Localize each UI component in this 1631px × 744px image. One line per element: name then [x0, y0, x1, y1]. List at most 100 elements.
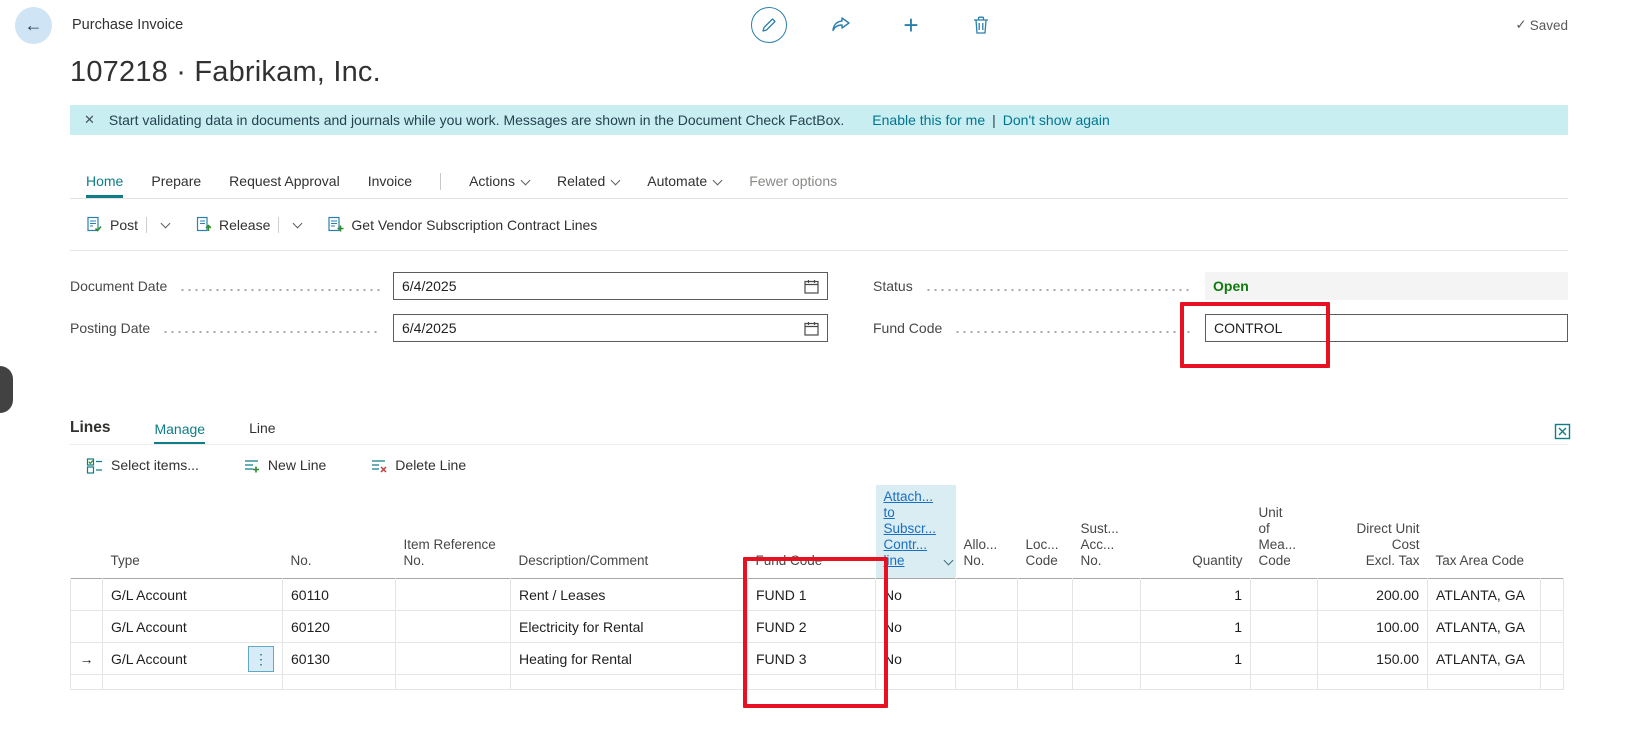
- chevron-down-icon[interactable]: [943, 555, 953, 566]
- cell-fund-code[interactable]: FUND 2: [747, 610, 876, 643]
- delete-line-button[interactable]: Delete Line: [370, 457, 466, 474]
- cell-direct-unit-cost[interactable]: [1317, 674, 1428, 690]
- cell-sust-account-no[interactable]: [1072, 610, 1141, 643]
- back-button[interactable]: ←: [15, 6, 52, 44]
- tab-prepare[interactable]: Prepare: [151, 173, 201, 198]
- attach-header-link[interactable]: Attach... to Subscr... Contr... line: [884, 489, 937, 568]
- header-location-code[interactable]: Loc... Code: [1018, 485, 1073, 579]
- edit-button[interactable]: [751, 7, 787, 43]
- dont-show-again-link[interactable]: Don't show again: [1003, 112, 1110, 128]
- cell-fund-code[interactable]: [747, 674, 876, 690]
- cell-item-reference-no[interactable]: [395, 642, 511, 675]
- get-vendor-subscription-contract-lines-button[interactable]: Get Vendor Subscription Contract Lines: [327, 216, 597, 233]
- row-selector-cell[interactable]: [70, 578, 103, 611]
- post-button[interactable]: Post: [86, 216, 138, 233]
- tab-line[interactable]: Line: [249, 420, 275, 444]
- header-fund-code[interactable]: Fund Code: [748, 485, 876, 579]
- cell-allocation-no[interactable]: [955, 578, 1018, 611]
- tab-related[interactable]: Related: [557, 173, 621, 198]
- cell-item-reference-no[interactable]: [395, 578, 511, 611]
- cell-allocation-no[interactable]: [955, 610, 1018, 643]
- cell-item-reference-no[interactable]: [395, 674, 511, 690]
- post-dropdown-button[interactable]: [155, 217, 171, 232]
- cell-unit-of-measure[interactable]: [1250, 578, 1318, 611]
- posting-date-input[interactable]: 6/4/2025: [393, 314, 828, 342]
- cell-quantity[interactable]: 1: [1140, 610, 1251, 643]
- cell-sust-account-no[interactable]: [1072, 674, 1141, 690]
- delete-button[interactable]: [965, 6, 997, 44]
- header-attach-to-subscription-contract-line[interactable]: Attach... to Subscr... Contr... line: [875, 485, 956, 579]
- cell-more-options-button[interactable]: ⋮: [248, 645, 274, 672]
- cell-tax-area-code[interactable]: ATLANTA, GA: [1427, 642, 1541, 675]
- calendar-icon[interactable]: [804, 279, 819, 294]
- cell-allocation-no[interactable]: [955, 642, 1018, 675]
- enable-this-for-me-link[interactable]: Enable this for me: [872, 112, 985, 128]
- cell-fund-code[interactable]: FUND 3: [747, 642, 876, 675]
- share-button[interactable]: [825, 6, 857, 44]
- cell-type[interactable]: G/L Account: [102, 610, 283, 643]
- cell-location-code[interactable]: [1017, 642, 1073, 675]
- cell-allocation-no[interactable]: [955, 674, 1018, 690]
- cell-item-reference-no[interactable]: [395, 610, 511, 643]
- cell-quantity[interactable]: 1: [1140, 642, 1251, 675]
- tab-request-approval[interactable]: Request Approval: [229, 173, 340, 198]
- new-line-button[interactable]: New Line: [243, 457, 326, 474]
- cell-quantity[interactable]: 1: [1140, 578, 1251, 611]
- cell-unit-of-measure[interactable]: [1250, 674, 1318, 690]
- header-sust-account-no[interactable]: Sust... Acc... No.: [1073, 485, 1141, 579]
- fund-code-input[interactable]: CONTROL: [1205, 314, 1568, 342]
- cell-type[interactable]: G/L Account: [102, 578, 283, 611]
- select-items-button[interactable]: Select items...: [86, 457, 199, 474]
- cell-tax-area-code[interactable]: ATLANTA, GA: [1427, 578, 1541, 611]
- row-selector-cell[interactable]: [70, 674, 103, 690]
- cell-attach-link[interactable]: No: [875, 642, 956, 675]
- cell-quantity[interactable]: [1140, 674, 1251, 690]
- cell-location-code[interactable]: [1017, 578, 1073, 611]
- cell-description[interactable]: [510, 674, 748, 690]
- cell-location-code[interactable]: [1017, 610, 1073, 643]
- cell-attach-link[interactable]: [875, 674, 956, 690]
- header-type[interactable]: Type: [103, 485, 283, 579]
- cell-description[interactable]: Rent / Leases: [510, 578, 748, 611]
- cell-tax-area-code[interactable]: [1427, 674, 1541, 690]
- header-tax-area-code[interactable]: Tax Area Code: [1428, 485, 1541, 579]
- cell-type[interactable]: [102, 674, 283, 690]
- cell-description[interactable]: Electricity for Rental: [510, 610, 748, 643]
- header-unit-of-measure-code[interactable]: Unit of Mea... Code: [1251, 485, 1318, 579]
- cell-fund-code[interactable]: FUND 1: [747, 578, 876, 611]
- cell-unit-of-measure[interactable]: [1250, 642, 1318, 675]
- cell-sust-account-no[interactable]: [1072, 642, 1141, 675]
- open-in-excel-icon[interactable]: [1554, 423, 1571, 440]
- header-allocation-no[interactable]: Allo... No.: [956, 485, 1018, 579]
- tab-fewer-options[interactable]: Fewer options: [749, 173, 837, 198]
- release-button[interactable]: Release: [195, 216, 270, 233]
- cell-no[interactable]: [282, 674, 396, 690]
- banner-close-icon[interactable]: ✕: [84, 112, 95, 128]
- cell-direct-unit-cost[interactable]: 100.00: [1317, 610, 1428, 643]
- cell-attach-link[interactable]: No: [875, 578, 956, 611]
- tab-actions[interactable]: Actions: [469, 173, 531, 198]
- cell-attach-link[interactable]: No: [875, 610, 956, 643]
- document-date-input[interactable]: 6/4/2025: [393, 272, 828, 300]
- cell-unit-of-measure[interactable]: [1250, 610, 1318, 643]
- tab-manage[interactable]: Manage: [154, 421, 206, 444]
- cell-direct-unit-cost[interactable]: 200.00: [1317, 578, 1428, 611]
- cell-description[interactable]: Heating for Rental: [510, 642, 748, 675]
- row-selector-cell[interactable]: →: [70, 642, 103, 675]
- header-item-reference-no[interactable]: Item Reference No.: [396, 485, 511, 579]
- cell-direct-unit-cost[interactable]: 150.00: [1317, 642, 1428, 675]
- header-direct-unit-cost[interactable]: Direct Unit Cost Excl. Tax: [1318, 485, 1428, 579]
- header-description-comment[interactable]: Description/Comment: [511, 485, 748, 579]
- cell-no[interactable]: 60110: [282, 578, 396, 611]
- tab-invoice[interactable]: Invoice: [368, 173, 412, 198]
- row-selector-cell[interactable]: [70, 610, 103, 643]
- cell-tax-area-code[interactable]: ATLANTA, GA: [1427, 610, 1541, 643]
- new-document-button[interactable]: +: [895, 6, 927, 44]
- tab-home[interactable]: Home: [86, 173, 124, 198]
- side-panel-handle[interactable]: [0, 366, 13, 413]
- header-no[interactable]: No.: [283, 485, 396, 579]
- tab-automate[interactable]: Automate: [647, 173, 723, 198]
- cell-sust-account-no[interactable]: [1072, 578, 1141, 611]
- release-dropdown-button[interactable]: [287, 217, 303, 232]
- calendar-icon[interactable]: [804, 321, 819, 336]
